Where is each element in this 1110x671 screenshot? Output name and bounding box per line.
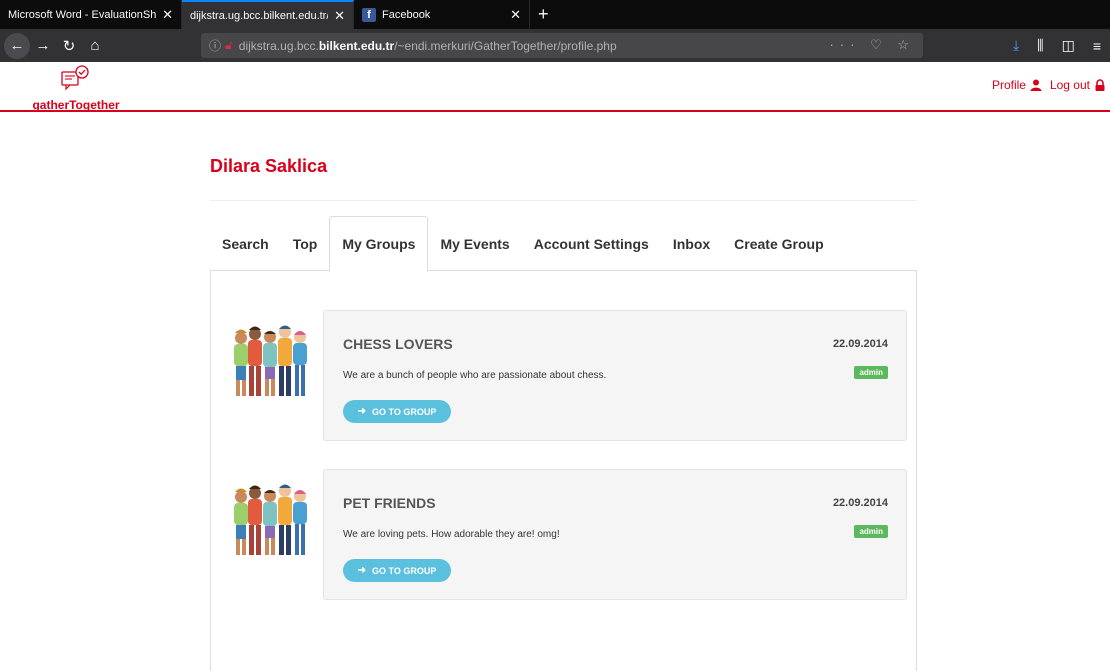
my-groups-panel: CHESS LOVERS 22.09.2014 We are a bunch o… (210, 271, 917, 671)
logo-icon (61, 65, 89, 91)
browser-tab-title: Facebook (382, 8, 431, 21)
browser-tab-word[interactable]: Microsoft Word - EvaluationSheet. ✕ (0, 0, 182, 29)
info-icon[interactable]: ⓘ (209, 37, 221, 54)
url-prefix: dijkstra.ug.bcc. (238, 38, 319, 53)
reload-icon[interactable]: ↻ (56, 33, 82, 59)
insecure-lock-icon[interactable]: 🔓︎ (225, 38, 233, 53)
role-badge: admin (854, 525, 888, 538)
go-to-group-button[interactable]: ➜ GO TO GROUP (343, 559, 451, 582)
close-icon[interactable]: ✕ (162, 7, 173, 23)
browser-tab-title: Microsoft Word - EvaluationSheet. (8, 8, 157, 21)
profile-link-label: Profile (991, 78, 1026, 92)
arrow-right-icon: ➜ (357, 565, 367, 576)
group-description: We are a bunch of people who are passion… (343, 370, 607, 381)
download-icon[interactable]: ⤓ (1013, 37, 1019, 54)
group-description: We are loving pets. How adorable they ar… (343, 529, 560, 540)
new-tab-button[interactable]: + (530, 0, 557, 29)
back-icon[interactable]: ← (4, 32, 30, 59)
arrow-right-icon: ➜ (357, 406, 367, 417)
tab-inbox[interactable]: Inbox (661, 216, 722, 271)
home-icon[interactable]: ⌂ (82, 33, 108, 59)
tab-my-events[interactable]: My Events (428, 216, 521, 271)
go-to-group-label: GO TO GROUP (372, 406, 437, 417)
tab-search[interactable]: Search (210, 216, 281, 271)
group-date: 22.09.2014 (832, 497, 888, 509)
page-title: Dilara Saklica (210, 156, 328, 176)
address-bar[interactable]: ⓘ 🔓︎ dijkstra.ug.bcc. bilkent.edu.tr/~end… (201, 33, 923, 58)
facebook-icon: f (362, 7, 376, 22)
group-card: CHESS LOVERS 22.09.2014 We are a bunch o… (323, 310, 907, 441)
tab-account-settings[interactable]: Account Settings (522, 216, 661, 271)
logout-link[interactable]: Log out (1050, 78, 1106, 92)
url-host: bilkent.edu.tr (318, 38, 395, 53)
tab-my-groups[interactable]: My Groups (329, 216, 429, 272)
menu-icon[interactable]: ≡ (1093, 38, 1101, 54)
browser-toolbar: ← → ↻ ⌂ ⓘ 🔓︎ dijkstra.ug.bcc. bilkent.edu… (0, 29, 1110, 62)
page-actions-icons[interactable]: ··· ♡ ☆ (829, 37, 915, 53)
logout-link-label: Log out (1049, 78, 1090, 92)
group-date: 22.09.2014 (832, 338, 888, 350)
group-title: CHESS LOVERS (343, 336, 453, 352)
group-card: PET FRIENDS 22.09.2014 We are loving pet… (323, 469, 907, 600)
user-icon (1030, 79, 1042, 91)
go-to-group-label: GO TO GROUP (372, 565, 437, 576)
header-links: Profile Log out (992, 78, 1106, 92)
profile-tabs: Search Top My Groups My Events Account S… (210, 216, 917, 272)
library-icon[interactable]: ⫼ (1037, 37, 1043, 54)
sidebar-icon[interactable]: ◫ (1062, 37, 1075, 54)
divider (210, 200, 917, 201)
group-people-illustration (234, 484, 307, 555)
forward-icon[interactable]: → (30, 33, 56, 59)
group-title: PET FRIENDS (343, 495, 436, 511)
close-icon[interactable]: ✕ (510, 7, 521, 23)
logo-text: gatherTogether (32, 98, 120, 112)
url-path: /~endi.merkuri/GatherTogether/profile.ph… (394, 38, 617, 53)
tab-top[interactable]: Top (281, 216, 330, 271)
browser-tab-bar: Microsoft Word - EvaluationSheet. ✕ dijk… (0, 0, 1110, 29)
browser-tab-facebook[interactable]: f Facebook ✕ (354, 0, 530, 29)
close-icon[interactable]: ✕ (334, 8, 345, 24)
role-badge: admin (854, 366, 888, 379)
group-people-illustration (234, 325, 307, 396)
site-logo[interactable]: gatherTogether (31, 64, 121, 112)
go-to-group-button[interactable]: ➜ GO TO GROUP (343, 400, 451, 423)
browser-tab-profile[interactable]: dijkstra.ug.bcc.bilkent.edu.tr/~endi ✕ (182, 0, 354, 29)
browser-tools: ⤓ ⫼ ◫ ≡ (1004, 29, 1110, 62)
tab-create-group[interactable]: Create Group (722, 216, 835, 271)
lock-icon (1095, 79, 1105, 91)
site-header: gatherTogether Profile Log out (0, 62, 1110, 112)
profile-link[interactable]: Profile (992, 78, 1050, 92)
browser-tab-title: dijkstra.ug.bcc.bilkent.edu.tr/~endi (190, 9, 328, 22)
